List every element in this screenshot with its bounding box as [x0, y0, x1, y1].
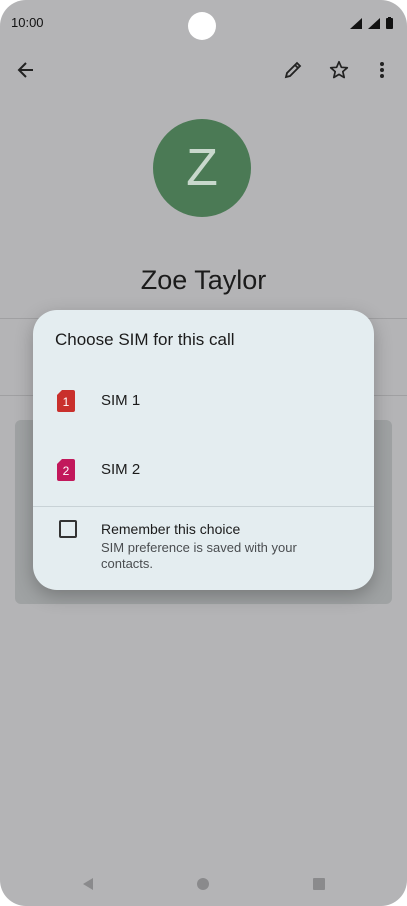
sim-label: SIM 2	[101, 461, 141, 478]
back-arrow-icon[interactable]	[6, 50, 46, 90]
wifi-icon	[350, 16, 362, 34]
svg-text:2: 2	[63, 464, 70, 478]
star-outline-icon[interactable]	[319, 50, 359, 90]
svg-text:1: 1	[63, 395, 70, 409]
choose-sim-dialog: Choose SIM for this call 1 SIM 1 2 SIM 2…	[33, 310, 374, 590]
contact-avatar: Z	[153, 119, 251, 217]
status-icons	[350, 16, 393, 34]
sim-option-1[interactable]: 1 SIM 1	[33, 376, 374, 426]
app-bar	[0, 50, 407, 90]
navigation-bar	[0, 864, 407, 904]
phone-screen: 10:00 Z Zoe Taylor Choose SIM for this c…	[0, 0, 407, 906]
remember-choice-checkbox[interactable]	[59, 520, 77, 538]
dialog-title: Choose SIM for this call	[55, 330, 235, 349]
sim-option-2[interactable]: 2 SIM 2	[33, 445, 374, 495]
sim-card-icon: 1	[57, 390, 75, 412]
sim-card-icon: 2	[57, 459, 75, 481]
sim-label: SIM 1	[101, 392, 141, 409]
contact-name: Zoe Taylor	[140, 265, 267, 295]
front-camera-cutout	[188, 12, 216, 40]
more-vert-icon[interactable]	[362, 50, 402, 90]
edit-pencil-icon[interactable]	[273, 50, 313, 90]
remember-choice-label: Remember this choice	[101, 521, 241, 537]
home-circle-icon[interactable]	[191, 872, 215, 896]
battery-icon	[386, 16, 393, 34]
back-triangle-icon[interactable]	[76, 872, 100, 896]
status-bar: 10:00	[0, 0, 407, 44]
status-time: 10:00	[11, 15, 44, 30]
signal-icon	[368, 16, 380, 34]
recents-square-icon[interactable]	[307, 872, 331, 896]
remember-choice-subtitle: SIM preference is saved with your contac…	[101, 540, 297, 571]
dialog-divider	[33, 506, 374, 507]
